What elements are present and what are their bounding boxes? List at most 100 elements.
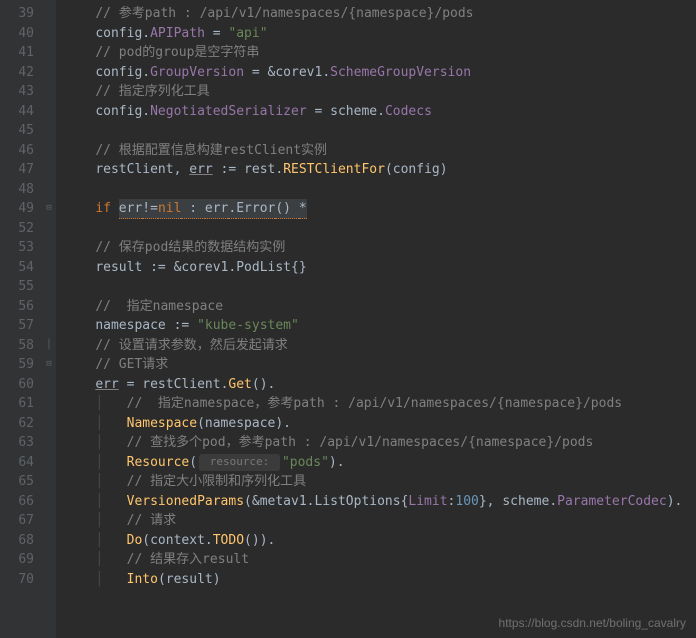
code-token xyxy=(64,375,95,395)
code-token: Codecs xyxy=(385,102,432,122)
code-line[interactable]: result := &corev1.PodList{} xyxy=(64,258,696,278)
code-line[interactable]: // pod的group是空字符串 xyxy=(64,43,696,63)
code-token xyxy=(64,199,95,219)
code-token xyxy=(64,492,95,512)
fold-marker xyxy=(42,160,56,180)
code-token: RESTClientFor xyxy=(283,160,385,180)
code-token: {} xyxy=(291,258,307,278)
code-token: │ xyxy=(95,570,126,590)
code-token xyxy=(64,180,72,200)
code-area[interactable]: // 参考path : /api/v1/namespaces/{namespac… xyxy=(56,0,696,638)
line-number: 68 xyxy=(4,531,34,551)
fold-marker[interactable]: ⊟ xyxy=(42,199,56,219)
code-line[interactable]: config.APIPath = "api" xyxy=(64,24,696,44)
code-line[interactable]: // 指定namespace xyxy=(64,297,696,317)
code-token: Error xyxy=(236,199,275,220)
code-line[interactable]: // 指定序列化工具 xyxy=(64,82,696,102)
code-line[interactable]: // GET请求 xyxy=(64,355,696,375)
fold-column[interactable]: ⊟│⊟ xyxy=(42,0,56,638)
code-token: TODO xyxy=(213,531,244,551)
code-token: ( xyxy=(197,414,205,434)
code-line[interactable]: config.NegotiatedSerializer = scheme.Cod… xyxy=(64,102,696,122)
line-number: 40 xyxy=(4,24,34,44)
code-token: config xyxy=(95,24,142,44)
code-token: Resource xyxy=(127,453,190,473)
code-line[interactable] xyxy=(64,219,696,239)
fold-marker xyxy=(42,531,56,551)
line-number: 41 xyxy=(4,43,34,63)
code-token xyxy=(64,258,95,278)
code-token: ). xyxy=(329,453,345,473)
line-number-gutter: 3940414243444546474849525354555657585960… xyxy=(0,0,42,638)
fold-marker[interactable]: │ xyxy=(42,336,56,356)
code-line[interactable]: │ // 请求 xyxy=(64,511,696,531)
code-line[interactable]: │ Do(context.TODO()). xyxy=(64,531,696,551)
code-line[interactable]: │ Into(result) xyxy=(64,570,696,590)
code-token: // 指定大小限制和序列化工具 xyxy=(127,472,306,492)
code-token: GroupVersion xyxy=(150,63,244,83)
line-number: 70 xyxy=(4,570,34,590)
code-token: ). xyxy=(667,492,683,512)
code-token: () xyxy=(275,199,298,220)
code-line[interactable]: // 根据配置信息构建restClient实例 xyxy=(64,141,696,161)
code-line[interactable]: │ // 查找多个pod，参考path : /api/v1/namespaces… xyxy=(64,433,696,453)
code-line[interactable]: │ // 结果存入result xyxy=(64,550,696,570)
code-token: scheme xyxy=(330,102,377,122)
code-token: SchemeGroupVersion xyxy=(330,63,471,83)
code-line[interactable]: │ // 指定namespace，参考path : /api/v1/namesp… xyxy=(64,394,696,414)
line-number: 42 xyxy=(4,63,34,83)
code-token xyxy=(64,433,95,453)
code-token: . xyxy=(205,531,213,551)
code-token: │ xyxy=(95,511,126,531)
code-line[interactable]: │ Namespace(namespace). xyxy=(64,414,696,434)
fold-marker xyxy=(42,219,56,239)
code-token: : xyxy=(448,492,456,512)
fold-marker xyxy=(42,414,56,434)
code-token: result xyxy=(95,258,142,278)
code-token: := & xyxy=(142,258,181,278)
code-line[interactable]: // 参考path : /api/v1/namespaces/{namespac… xyxy=(64,4,696,24)
code-line[interactable] xyxy=(64,180,696,200)
code-line[interactable]: config.GroupVersion = &corev1.SchemeGrou… xyxy=(64,63,696,83)
code-line[interactable]: err = restClient.Get(). xyxy=(64,375,696,395)
code-token: err xyxy=(119,199,142,220)
code-token: . xyxy=(142,63,150,83)
code-token: │ xyxy=(95,433,126,453)
code-line[interactable]: if err!=nil : err.Error() * xyxy=(64,199,696,219)
code-line[interactable] xyxy=(64,277,696,297)
code-token xyxy=(64,160,95,180)
code-token: // 请求 xyxy=(127,511,176,531)
code-token xyxy=(64,394,95,414)
fold-marker xyxy=(42,102,56,122)
code-token xyxy=(64,453,95,473)
watermark: https://blog.csdn.net/boling_cavalry xyxy=(499,614,686,632)
code-line[interactable] xyxy=(64,121,696,141)
code-line[interactable]: │ VersionedParams(&metav1.ListOptions{Li… xyxy=(64,492,696,512)
fold-marker xyxy=(42,453,56,473)
fold-marker xyxy=(42,492,56,512)
line-number: 44 xyxy=(4,102,34,122)
code-token: // 根据配置信息构建restClient实例 xyxy=(95,141,327,161)
code-token: Namespace xyxy=(127,414,197,434)
code-editor[interactable]: 3940414243444546474849525354555657585960… xyxy=(0,0,696,638)
code-line[interactable]: restClient, err := rest.RESTClientFor(co… xyxy=(64,160,696,180)
line-number: 69 xyxy=(4,550,34,570)
line-number: 39 xyxy=(4,4,34,24)
code-line[interactable]: namespace := "kube-system" xyxy=(64,316,696,336)
line-number: 62 xyxy=(4,414,34,434)
fold-marker xyxy=(42,277,56,297)
code-line[interactable]: // 设置请求参数，然后发起请求 xyxy=(64,336,696,356)
code-line[interactable]: │ Resource( resource: "pods"). xyxy=(64,453,696,473)
code-token: != xyxy=(142,199,158,220)
code-token xyxy=(64,511,95,531)
fold-marker xyxy=(42,433,56,453)
code-token: // 设置请求参数，然后发起请求 xyxy=(95,336,287,356)
code-token: │ xyxy=(95,453,126,473)
code-line[interactable]: │ // 指定大小限制和序列化工具 xyxy=(64,472,696,492)
fold-marker[interactable]: ⊟ xyxy=(42,355,56,375)
code-line[interactable]: // 保存pod结果的数据结构实例 xyxy=(64,238,696,258)
fold-marker xyxy=(42,121,56,141)
code-token xyxy=(64,4,95,24)
fold-marker xyxy=(42,511,56,531)
code-token: restClient xyxy=(95,160,173,180)
